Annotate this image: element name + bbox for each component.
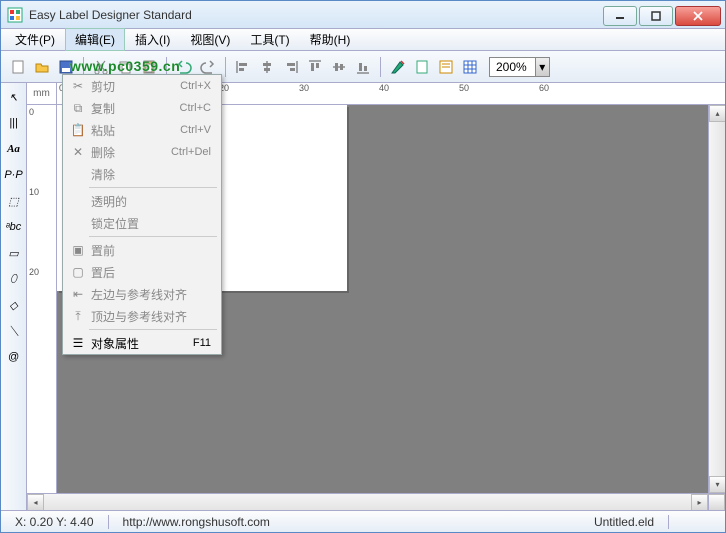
paste-icon: 📋 xyxy=(69,123,87,137)
tool-ptp[interactable]: P·P xyxy=(4,165,24,185)
zoom-combo[interactable]: 200% ▾ xyxy=(489,57,550,77)
tool-ellipse[interactable]: ⬯ xyxy=(4,269,24,289)
bring-front-icon: ▣ xyxy=(69,243,87,257)
tool-at[interactable]: @ xyxy=(4,347,24,367)
menu-insert[interactable]: 插入(I) xyxy=(125,28,180,51)
tool-pointer[interactable]: ↖ xyxy=(4,87,24,107)
tool-rect[interactable]: ▭ xyxy=(4,243,24,263)
zoom-value: 200% xyxy=(490,60,535,74)
scroll-up-icon[interactable]: ▴ xyxy=(709,105,725,122)
ruler-vertical: 0 10 20 xyxy=(27,105,57,493)
align-bottom-icon[interactable] xyxy=(352,56,374,78)
scroll-down-icon[interactable]: ▾ xyxy=(709,476,725,493)
scroll-left-icon[interactable]: ◂ xyxy=(27,494,44,510)
edit-menu-dropdown: ✂剪切Ctrl+X ⧉复制Ctrl+C 📋粘贴Ctrl+V ✕删除Ctrl+De… xyxy=(62,74,222,355)
status-coords: X: 0.20 Y: 4.40 xyxy=(9,515,100,529)
grid-icon[interactable] xyxy=(459,56,481,78)
status-url: http://www.rongshusoft.com xyxy=(117,515,276,529)
status-bar: X: 0.20 Y: 4.40 http://www.rongshusoft.c… xyxy=(1,510,725,532)
menu-transparent[interactable]: 透明的 xyxy=(63,190,221,212)
menu-bring-front[interactable]: ▣置前 xyxy=(63,239,221,261)
menu-send-back[interactable]: ▢置后 xyxy=(63,261,221,283)
tool-line[interactable]: ＼ xyxy=(4,321,24,341)
align-top-icon[interactable] xyxy=(304,56,326,78)
align-left-icon[interactable] xyxy=(232,56,254,78)
menu-object-properties[interactable]: ☰对象属性F11 xyxy=(63,332,221,354)
menu-tools[interactable]: 工具(T) xyxy=(240,28,299,51)
maximize-button[interactable] xyxy=(639,6,673,26)
scrollbar-horizontal[interactable]: ◂ ▸ xyxy=(27,493,725,510)
delete-icon: ✕ xyxy=(69,145,87,159)
properties-icon: ☰ xyxy=(69,336,87,350)
align-center-h-icon[interactable] xyxy=(256,56,278,78)
align-center-v-icon[interactable] xyxy=(328,56,350,78)
new-button[interactable] xyxy=(7,56,29,78)
window-title: Easy Label Designer Standard xyxy=(29,8,601,22)
zoom-dropdown-icon[interactable]: ▾ xyxy=(535,58,549,76)
cut-icon: ✂ xyxy=(69,79,87,93)
menu-lock-position[interactable]: 锁定位置 xyxy=(63,212,221,234)
minimize-button[interactable] xyxy=(603,6,637,26)
tool-text[interactable]: Aa xyxy=(4,139,24,159)
properties-icon[interactable] xyxy=(435,56,457,78)
menu-help[interactable]: 帮助(H) xyxy=(300,28,361,51)
menu-delete[interactable]: ✕删除Ctrl+Del xyxy=(63,141,221,163)
menu-cut[interactable]: ✂剪切Ctrl+X xyxy=(63,75,221,97)
menu-file[interactable]: 文件(P) xyxy=(5,28,65,51)
close-button[interactable] xyxy=(675,6,721,26)
menu-copy[interactable]: ⧉复制Ctrl+C xyxy=(63,97,221,119)
scrollbar-vertical[interactable]: ▴ ▾ xyxy=(708,105,725,493)
menu-view[interactable]: 视图(V) xyxy=(180,28,240,51)
menu-edit[interactable]: 编辑(E) xyxy=(65,28,125,51)
tool-richtext[interactable]: ᵃbc xyxy=(4,217,24,237)
menu-align-left-guide[interactable]: ⇤左边与参考线对齐 xyxy=(63,283,221,305)
menu-bar: 文件(P) 编辑(E) 插入(I) 视图(V) 工具(T) 帮助(H) xyxy=(1,29,725,51)
align-top-guide-icon: ⤒ xyxy=(69,309,87,324)
title-bar: Easy Label Designer Standard xyxy=(1,1,725,29)
copy-icon: ⧉ xyxy=(69,101,87,116)
menu-align-top-guide[interactable]: ⤒顶边与参考线对齐 xyxy=(63,305,221,327)
scroll-right-icon[interactable]: ▸ xyxy=(691,494,708,510)
align-right-icon[interactable] xyxy=(280,56,302,78)
menu-clear[interactable]: 清除 xyxy=(63,163,221,185)
send-back-icon: ▢ xyxy=(69,265,87,279)
page-setup-icon[interactable] xyxy=(411,56,433,78)
edit-shape-icon[interactable] xyxy=(387,56,409,78)
align-left-guide-icon: ⇤ xyxy=(69,287,87,301)
ruler-unit: mm xyxy=(27,83,57,105)
tool-barcode[interactable]: ||| xyxy=(4,113,24,133)
status-filename: Untitled.eld xyxy=(588,515,660,529)
tool-image[interactable]: ⬚ xyxy=(4,191,24,211)
menu-paste[interactable]: 📋粘贴Ctrl+V xyxy=(63,119,221,141)
left-toolbox: ↖ ||| Aa P·P ⬚ ᵃbc ▭ ⬯ ◇ ＼ @ xyxy=(1,83,27,510)
tool-diamond[interactable]: ◇ xyxy=(4,295,24,315)
open-button[interactable] xyxy=(31,56,53,78)
app-icon xyxy=(7,7,23,23)
